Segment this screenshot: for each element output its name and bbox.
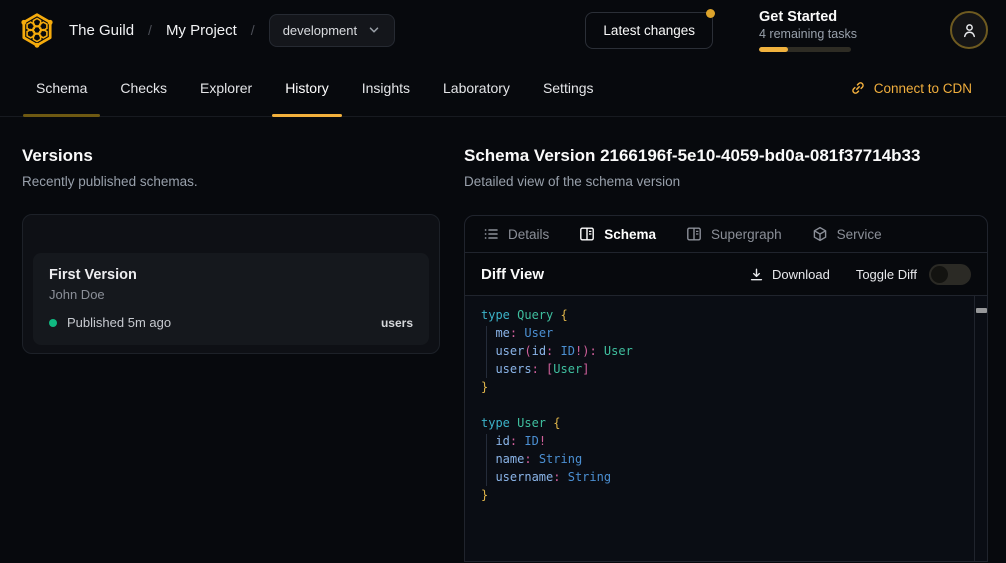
version-author: John Doe	[49, 287, 413, 302]
diff-toolbar: Diff View Download Toggle Diff	[465, 253, 987, 296]
breadcrumb: The Guild / My Project / development	[69, 14, 395, 47]
latest-changes-label: Latest changes	[603, 23, 695, 38]
scrollbar-thumb[interactable]	[976, 308, 987, 313]
nav-tab-label: Schema	[36, 80, 87, 96]
progress-fill	[759, 47, 788, 52]
versions-subtitle: Recently published schemas.	[22, 174, 440, 189]
connect-to-cdn-button[interactable]: Connect to CDN	[850, 80, 972, 96]
versions-list: First Version John Doe Published 5m ago use…	[33, 253, 429, 345]
code-line: type User {	[481, 414, 961, 432]
code-line: user(id: ID!): User	[481, 342, 961, 360]
target-select-value: development	[283, 23, 357, 38]
schema-sdl-code: type Query { me: User user(id: ID!): Use…	[481, 306, 961, 504]
nav-tab-label: Settings	[543, 80, 594, 96]
versions-panel: Versions Recently published schemas. Fir…	[22, 146, 440, 354]
toggle-knob	[931, 266, 948, 283]
detail-tab-label: Details	[508, 227, 549, 242]
code-line: username: String	[481, 468, 961, 486]
toggle-diff-control: Toggle Diff	[856, 264, 971, 285]
download-button[interactable]: Download	[749, 267, 830, 282]
detail-tab-label: Schema	[604, 227, 656, 242]
version-detail-subtitle: Detailed view of the schema version	[464, 174, 988, 189]
schema-code-viewer[interactable]: type Query { me: User user(id: ID!): Use…	[465, 296, 987, 561]
detail-tab-label: Service	[837, 227, 882, 242]
target-nav-tabs: Schema Checks Explorer History Insights Labor…	[0, 60, 1006, 117]
code-line: type Query {	[481, 306, 961, 324]
code-line: }	[481, 486, 961, 504]
nav-tab-settings[interactable]: Settings	[543, 60, 594, 116]
nav-tab-history[interactable]: History	[285, 60, 329, 116]
nav-tab-label: Checks	[120, 80, 167, 96]
breadcrumb-separator: /	[251, 22, 255, 38]
get-started-subtitle: 4 remaining tasks	[759, 27, 904, 41]
service-badge: users	[381, 316, 413, 330]
code-line: users: [User]	[481, 360, 961, 378]
nav-tab-insights[interactable]: Insights	[362, 60, 410, 116]
nav-tab-checks[interactable]: Checks	[120, 60, 167, 116]
nav-tab-schema[interactable]: Schema	[36, 60, 87, 116]
version-detail-panel: Schema Version 2166196f-5e10-4059-bd0a-0…	[464, 146, 988, 562]
notification-dot	[706, 9, 715, 18]
user-menu-button[interactable]	[950, 11, 988, 49]
code-line: }	[481, 378, 961, 396]
get-started-widget[interactable]: Get Started 4 remaining tasks	[759, 9, 904, 52]
detail-tab-list: Details Schema Supergraph Service	[465, 216, 987, 253]
version-status-text: Published 5m ago	[67, 315, 171, 330]
list-icon	[483, 226, 499, 242]
nav-tab-label: Insights	[362, 80, 410, 96]
breadcrumb-project[interactable]: My Project	[166, 22, 237, 39]
code-line	[481, 396, 961, 414]
link-icon	[850, 80, 866, 96]
nav-tab-label: Laboratory	[443, 80, 510, 96]
scrollbar-track[interactable]	[974, 296, 987, 561]
breadcrumb-org[interactable]: The Guild	[69, 22, 134, 39]
nav-tab-explorer[interactable]: Explorer	[200, 60, 252, 116]
tab-indicator	[272, 114, 342, 117]
columns-icon	[579, 226, 595, 242]
download-icon	[749, 267, 764, 282]
versions-title: Versions	[22, 146, 440, 166]
indent-guide	[486, 434, 487, 486]
cube-icon	[812, 226, 828, 242]
get-started-title: Get Started	[759, 9, 904, 25]
detail-tab-label: Supergraph	[711, 227, 782, 242]
nav-tab-label: Explorer	[200, 80, 252, 96]
versions-list-card: First Version John Doe Published 5m ago use…	[22, 214, 440, 354]
detail-tab-details[interactable]: Details	[483, 226, 549, 242]
code-line: id: ID!	[481, 432, 961, 450]
nav-tab-laboratory[interactable]: Laboratory	[443, 60, 510, 116]
person-icon	[961, 22, 978, 39]
columns-icon	[686, 226, 702, 242]
code-line: name: String	[481, 450, 961, 468]
version-title: First Version	[49, 267, 413, 283]
latest-changes-button[interactable]: Latest changes	[585, 12, 713, 49]
detail-tab-supergraph[interactable]: Supergraph	[686, 226, 782, 242]
detail-tab-service[interactable]: Service	[812, 226, 882, 242]
toggle-diff-switch[interactable]	[929, 264, 971, 285]
toggle-diff-label: Toggle Diff	[856, 267, 917, 282]
version-status-row: Published 5m ago users	[49, 315, 413, 330]
diff-view-title: Diff View	[481, 266, 544, 283]
nav-tab-label: History	[285, 80, 329, 96]
nav-tab-list: Schema Checks Explorer History Insights Labor…	[36, 60, 594, 116]
published-status-dot	[49, 319, 57, 327]
connect-to-cdn-label: Connect to CDN	[874, 81, 972, 96]
diff-actions: Download Toggle Diff	[749, 264, 971, 285]
header-actions: Latest changes Get Started 4 remaining t…	[585, 9, 988, 52]
code-line: me: User	[481, 324, 961, 342]
version-detail-card: Details Schema Supergraph Service Diff View…	[464, 215, 988, 562]
version-detail-title: Schema Version 2166196f-5e10-4059-bd0a-0…	[464, 146, 988, 166]
hive-logo-icon[interactable]	[18, 11, 56, 49]
indent-guide	[486, 326, 487, 378]
target-select[interactable]: development	[269, 14, 395, 47]
download-label: Download	[772, 267, 830, 282]
version-list-item[interactable]: First Version John Doe Published 5m ago use…	[33, 253, 429, 345]
chevron-down-icon	[367, 23, 381, 37]
breadcrumb-separator: /	[148, 22, 152, 38]
get-started-progressbar	[759, 47, 851, 52]
top-header: The Guild / My Project / development Lat…	[0, 0, 1006, 60]
detail-tab-schema[interactable]: Schema	[579, 226, 656, 242]
app-window: The Guild / My Project / development Lat…	[0, 0, 1006, 563]
tab-indicator	[23, 114, 100, 117]
